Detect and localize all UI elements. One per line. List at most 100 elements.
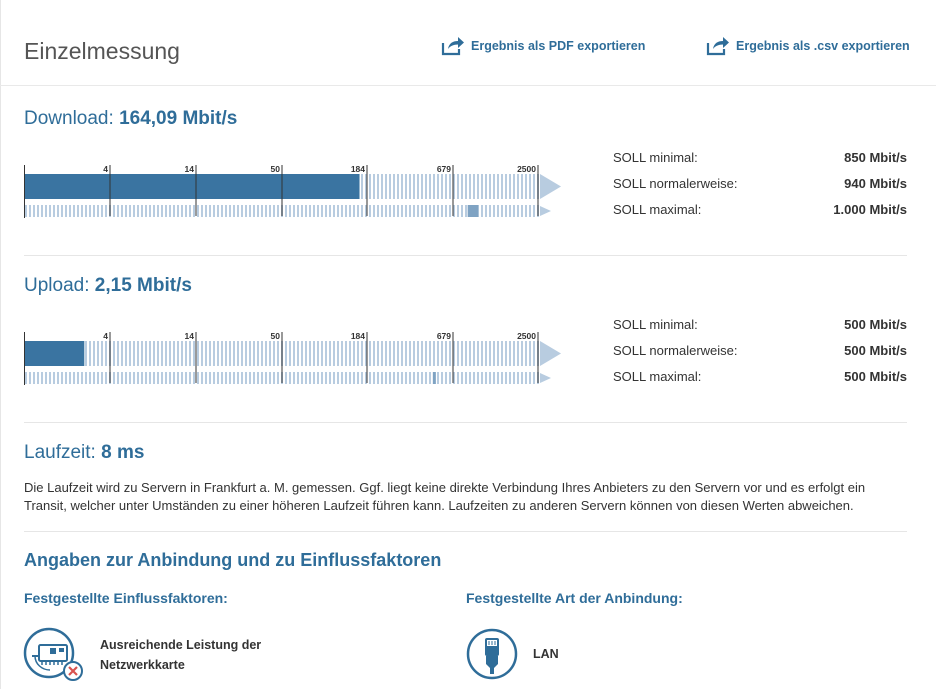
bar-arrow (540, 174, 561, 199)
soll-background-stripe (489, 205, 491, 217)
soll-background-stripe (381, 205, 383, 217)
bar-background-stripe (133, 341, 135, 366)
soll-value: 500 Mbit/s (844, 369, 907, 384)
soll-background-stripe (513, 372, 515, 384)
soll-background-stripe (317, 372, 319, 384)
bar-background-stripe (229, 341, 231, 366)
export-csv-button[interactable]: Ergebnis als .csv exportieren (706, 36, 910, 56)
soll-background-stripe (217, 372, 219, 384)
bar-background-stripe (517, 174, 519, 199)
soll-background-stripe (69, 372, 71, 384)
bar-background-stripe (437, 341, 439, 366)
bar-background-stripe (477, 341, 479, 366)
soll-background-stripe (357, 205, 359, 217)
soll-background-stripe (161, 205, 163, 217)
soll-background-stripe (509, 372, 511, 384)
bar-background-stripe (469, 341, 471, 366)
soll-background-stripe (521, 205, 523, 217)
soll-background-stripe (197, 205, 199, 217)
soll-background-stripe (509, 205, 511, 217)
soll-background-stripe (213, 205, 215, 217)
soll-background-stripe (129, 205, 131, 217)
bar-background-stripe (265, 341, 267, 366)
soll-background-stripe (269, 205, 271, 217)
bar-background-stripe (113, 341, 115, 366)
bar-background-stripe (449, 174, 451, 199)
soll-background-stripe (129, 372, 131, 384)
soll-background-stripe (501, 205, 503, 217)
soll-background-stripe (149, 205, 151, 217)
latency-heading: Laufzeit: 8 ms (24, 442, 144, 464)
soll-background-stripe (221, 205, 223, 217)
bar-background-stripe (429, 341, 431, 366)
soll-background-stripe (181, 205, 183, 217)
soll-background-stripe (333, 205, 335, 217)
soll-background-stripe (373, 205, 375, 217)
bar-background-stripe (525, 341, 527, 366)
bar-background-stripe (461, 341, 463, 366)
bar-background-stripe (489, 174, 491, 199)
soll-background-stripe (89, 205, 91, 217)
soll-background-stripe (169, 372, 171, 384)
soll-background-stripe (513, 205, 515, 217)
factor-label-line1: Ausreichende Leistung der (100, 638, 262, 652)
bar-background-stripe (313, 341, 315, 366)
soll-background-stripe (493, 372, 495, 384)
soll-background-stripe (81, 372, 83, 384)
bar-background-stripe (481, 341, 483, 366)
soll-background-stripe (269, 372, 271, 384)
bar-background-stripe (465, 341, 467, 366)
bar-background-stripe (517, 341, 519, 366)
bar-background-stripe (309, 341, 311, 366)
soll-background-stripe (441, 372, 443, 384)
bar-background-stripe (485, 341, 487, 366)
soll-background-stripe (113, 205, 115, 217)
bar-background-stripe (501, 341, 503, 366)
bar-background-stripe (213, 341, 215, 366)
soll-background-stripe (153, 372, 155, 384)
soll-background-stripe (161, 372, 163, 384)
soll-background-stripe (421, 372, 423, 384)
soll-background-stripe (233, 205, 235, 217)
soll-background-stripe (357, 372, 359, 384)
bar-background-stripe (333, 341, 335, 366)
soll-arrow (540, 373, 551, 383)
export-icon (706, 37, 729, 56)
soll-background-stripe (257, 205, 259, 217)
upload-heading: Upload: 2,15 Mbit/s (24, 275, 192, 297)
bar-background-stripe (529, 174, 531, 199)
soll-background-stripe (141, 205, 143, 217)
soll-background-stripe (289, 205, 291, 217)
soll-background-stripe (309, 205, 311, 217)
bar-background-stripe (469, 174, 471, 199)
soll-background-stripe (329, 372, 331, 384)
bar-background-stripe (401, 174, 403, 199)
soll-background-stripe (185, 372, 187, 384)
bar-background-stripe (425, 174, 427, 199)
soll-background-stripe (301, 205, 303, 217)
tick-label: 679 (437, 331, 451, 341)
soll-background-stripe (33, 372, 35, 384)
bar-background-stripe (529, 341, 531, 366)
soll-background-stripe (189, 205, 191, 217)
soll-background-stripe (413, 205, 415, 217)
soll-background-stripe (349, 372, 351, 384)
soll-background-stripe (73, 372, 75, 384)
soll-background-stripe (477, 372, 479, 384)
soll-background-stripe (337, 205, 339, 217)
soll-background-stripe (397, 205, 399, 217)
soll-background-stripe (417, 205, 419, 217)
soll-background-stripe (369, 372, 371, 384)
soll-background-stripe (457, 372, 459, 384)
soll-background-stripe (85, 205, 87, 217)
soll-background-stripe (237, 372, 239, 384)
soll-background-stripe (289, 372, 291, 384)
export-pdf-button[interactable]: Ergebnis als PDF exportieren (441, 36, 645, 56)
connection-type-lan: LAN (466, 628, 559, 680)
upload-chart: 4 14 50 184 679 2500 (24, 319, 564, 389)
soll-background-stripe (85, 372, 87, 384)
tick-label: 4 (103, 164, 108, 174)
bar-background-stripe (373, 341, 375, 366)
bar-background-stripe (237, 341, 239, 366)
bar-background-stripe (533, 341, 535, 366)
